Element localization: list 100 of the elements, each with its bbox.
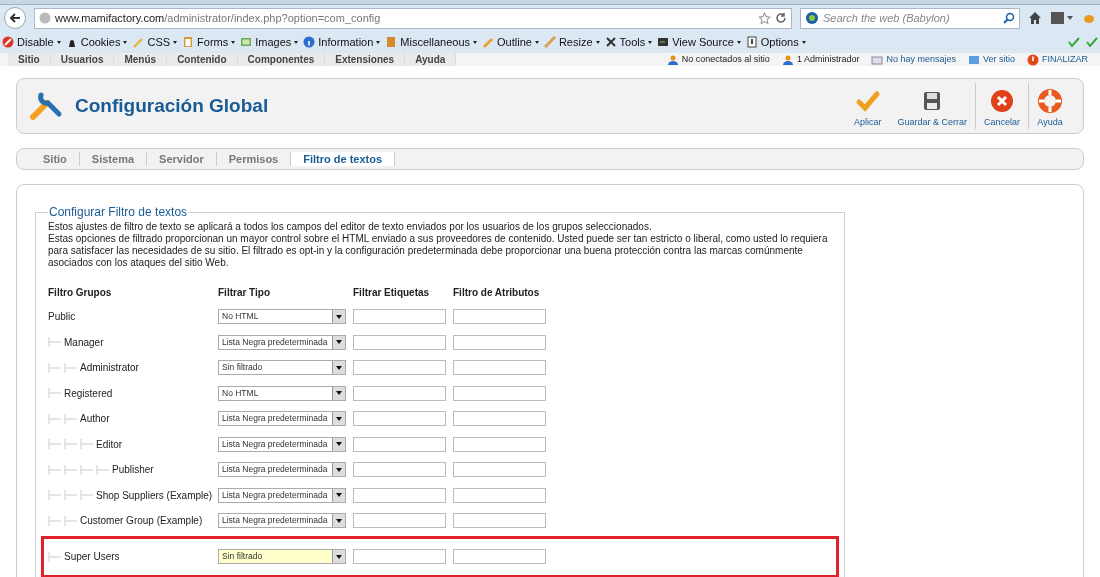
toolbar-menu-button[interactable]: Information bbox=[303, 33, 381, 51]
tags-field[interactable] bbox=[353, 513, 446, 529]
tags-field[interactable] bbox=[353, 334, 446, 350]
search-field[interactable]: Search the web (Babylon) bbox=[800, 7, 1020, 29]
status-link[interactable]: FINALIZAR bbox=[1042, 52, 1088, 67]
toolbar-button[interactable]: Ayuda bbox=[1028, 83, 1071, 129]
tags-field[interactable] bbox=[353, 436, 446, 452]
attributes-field[interactable] bbox=[453, 309, 546, 325]
tags-field[interactable] bbox=[353, 385, 446, 401]
tab[interactable]: Sitio bbox=[31, 152, 80, 166]
toolbar-menu-button[interactable]: Cookies bbox=[65, 33, 128, 51]
page-title: Configuración Global bbox=[75, 93, 269, 118]
reload-icon[interactable] bbox=[775, 12, 787, 24]
filter-type-dropdown[interactable]: Sin filtrado bbox=[218, 549, 346, 564]
tree-connector-icon bbox=[48, 515, 64, 526]
toolbar-menu-button[interactable]: Tools bbox=[604, 33, 653, 51]
menu-item[interactable]: Sitio bbox=[8, 53, 51, 66]
tree-connector-icon bbox=[48, 490, 64, 501]
toolbar-button[interactable]: Aplicar bbox=[845, 83, 890, 129]
search-input[interactable]: Search the web (Babylon) bbox=[823, 9, 999, 27]
filter-type-dropdown[interactable]: Lista Negra predeterminada bbox=[218, 487, 346, 503]
toolbar-button[interactable]: Cancelar bbox=[974, 83, 1028, 129]
clipboard-icon bbox=[182, 36, 195, 48]
attributes-field[interactable] bbox=[453, 549, 546, 564]
back-arrow-icon bbox=[9, 12, 21, 24]
column-header: Filtro de Atributos bbox=[453, 287, 540, 298]
filter-type-dropdown[interactable]: Lista Negra predeterminada bbox=[218, 411, 346, 427]
toolbar-menu-button[interactable]: Resize bbox=[543, 33, 600, 51]
no-entry-icon bbox=[2, 36, 14, 48]
status-link[interactable]: Ver sitio bbox=[982, 52, 1015, 67]
tags-field[interactable] bbox=[353, 411, 446, 427]
tab[interactable]: Filtro de textos bbox=[291, 152, 396, 166]
status-text: No conectados al sitio bbox=[681, 52, 770, 66]
search-icon[interactable] bbox=[1003, 12, 1015, 24]
url-text: www.mamifactory.com/administrator/index.php?option=com_config bbox=[55, 10, 381, 26]
tree-connector-icon bbox=[48, 551, 64, 562]
mail-icon bbox=[871, 53, 884, 66]
status-link[interactable]: No hay mensajes bbox=[886, 52, 956, 67]
home-icon[interactable] bbox=[1028, 11, 1042, 25]
attributes-field[interactable] bbox=[453, 487, 546, 503]
group-name: Editor bbox=[96, 437, 123, 452]
tree-connector-icon bbox=[80, 490, 96, 501]
group-name: Author bbox=[80, 412, 110, 427]
tab[interactable]: Servidor bbox=[147, 152, 217, 166]
tags-field[interactable] bbox=[353, 487, 446, 503]
description-text: Estas opciones de filtrado proporcionan un mayor control sobre el HTML enviado a sus proveedores de contenido. Usted puede ser tan estricto o liberal, como usted lo requiera para satisfacer las necesidades de su sitio. El filtrado es opt-in y la configuración predeterminada debe proporcionar una buena protección contra las marcas comúnmente asociados con los ataques del sitio Web. bbox=[48, 233, 829, 269]
tree-connector-icon bbox=[48, 362, 64, 373]
tree-connector-icon bbox=[64, 515, 80, 526]
filter-type-dropdown[interactable]: Lista Negra predeterminada bbox=[218, 334, 346, 350]
attributes-field[interactable] bbox=[453, 385, 546, 401]
menu-item[interactable]: Ayuda bbox=[405, 53, 457, 66]
attributes-field[interactable] bbox=[453, 513, 546, 529]
filter-type-dropdown[interactable]: Sin filtrado bbox=[218, 360, 346, 376]
tags-field[interactable] bbox=[353, 360, 446, 376]
tree-connector-icon bbox=[64, 439, 80, 450]
tags-field[interactable] bbox=[353, 549, 446, 564]
ruler-icon bbox=[543, 36, 556, 48]
filter-type-dropdown[interactable]: Lista Negra predeterminada bbox=[218, 436, 346, 452]
toolbar-menu-button[interactable]: View Source bbox=[657, 33, 741, 51]
tree-connector-icon bbox=[80, 464, 96, 475]
column-header: Filtro Grupos bbox=[48, 287, 112, 298]
toolbar-menu-button[interactable]: Miscellaneous bbox=[385, 33, 478, 51]
menu-item[interactable]: Contenido bbox=[167, 53, 238, 66]
check-icon bbox=[1086, 36, 1098, 48]
tree-connector-icon bbox=[64, 413, 80, 424]
tree-connector-icon bbox=[48, 464, 64, 475]
toolbar-menu-button[interactable]: Disable bbox=[2, 33, 61, 51]
tags-field[interactable] bbox=[353, 309, 446, 325]
attributes-field[interactable] bbox=[453, 360, 546, 376]
attributes-field[interactable] bbox=[453, 411, 546, 427]
group-name: Public bbox=[48, 310, 76, 325]
group-name: Registered bbox=[64, 386, 113, 401]
filter-type-dropdown[interactable]: Lista Negra predeterminada bbox=[218, 513, 346, 529]
filter-type-dropdown[interactable]: No HTML bbox=[218, 309, 346, 325]
tree-connector-icon bbox=[64, 464, 80, 475]
tags-field[interactable] bbox=[353, 462, 446, 478]
menu-item[interactable]: Usuarios bbox=[50, 53, 115, 66]
toolbar-button[interactable]: Guardar & Cerrar bbox=[889, 83, 975, 129]
toolbar-menu-button[interactable]: Options bbox=[745, 33, 806, 51]
toolbar-menu-button[interactable]: Images bbox=[240, 33, 299, 51]
tab[interactable]: Sistema bbox=[79, 152, 148, 166]
tree-connector-icon bbox=[64, 362, 80, 373]
attributes-field[interactable] bbox=[453, 334, 546, 350]
bookmark-icon[interactable] bbox=[1050, 11, 1074, 25]
back-button[interactable] bbox=[4, 7, 26, 29]
tools-icon bbox=[604, 36, 617, 48]
tree-connector-icon bbox=[48, 388, 64, 399]
menu-item[interactable]: Componentes bbox=[237, 53, 326, 66]
menu-item[interactable]: Menús bbox=[114, 53, 168, 66]
star-icon[interactable] bbox=[758, 11, 771, 25]
tree-connector-icon bbox=[64, 490, 80, 501]
menu-item[interactable]: Extensiones bbox=[325, 53, 406, 66]
toolbar-menu-button[interactable]: Forms bbox=[182, 33, 236, 51]
toolbar-menu-button[interactable]: CSS bbox=[132, 33, 178, 51]
toolbar-menu-button[interactable]: Outline bbox=[482, 33, 539, 51]
filter-type-dropdown[interactable]: Lista Negra predeterminada bbox=[218, 462, 346, 478]
attributes-field[interactable] bbox=[453, 436, 546, 452]
attributes-field[interactable] bbox=[453, 462, 546, 478]
address-bar[interactable]: www.mamifactory.com/administrator/index.php?option=com_config bbox=[34, 7, 792, 29]
filter-type-dropdown[interactable]: No HTML bbox=[218, 385, 346, 401]
